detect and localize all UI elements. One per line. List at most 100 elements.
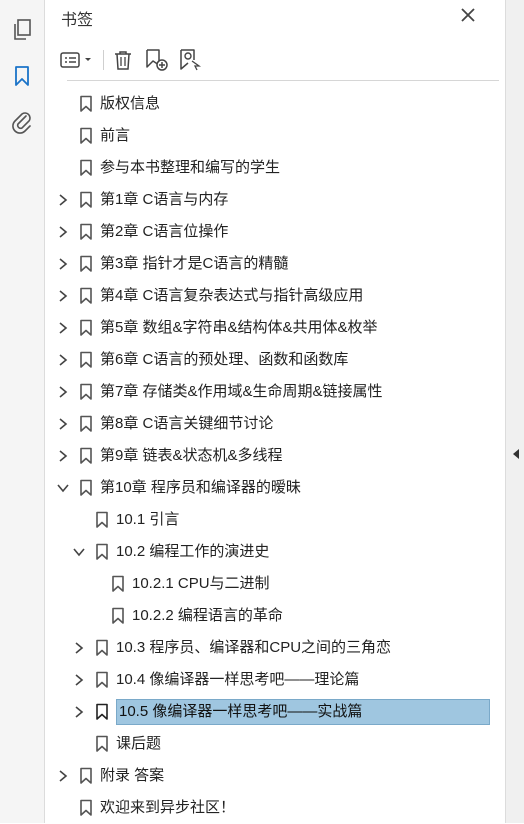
bookmark-row[interactable]: 10.2.2 编程语言的革命: [45, 600, 505, 632]
chevron-right-icon[interactable]: [56, 353, 70, 367]
bookmark-row[interactable]: 第4章 C语言复杂表达式与指针高级应用: [45, 280, 505, 312]
bookmark-label[interactable]: 版权信息: [100, 94, 160, 114]
bookmark-label[interactable]: 第10章 程序员和编译器的暧昧: [100, 478, 301, 498]
bookmark-row[interactable]: 10.1 引言: [45, 504, 505, 536]
bookmark-label[interactable]: 第7章 存储类&作用域&生命周期&链接属性: [100, 382, 383, 402]
bookmark-toolbar: [57, 44, 499, 81]
bookmark-label[interactable]: 欢迎来到异步社区！: [100, 798, 235, 818]
bookmark-label[interactable]: 10.2.2 编程语言的革命: [132, 606, 283, 626]
bookmark-item-icon: [79, 319, 93, 337]
bookmark-label[interactable]: 第8章 C语言关键细节讨论: [100, 414, 273, 434]
bookmark-item-icon: [95, 671, 109, 689]
bookmark-label[interactable]: 第1章 C语言与内存: [100, 190, 228, 210]
bookmark-label[interactable]: 第9章 链表&状态机&多线程: [100, 446, 283, 466]
bookmark-row[interactable]: 第5章 数组&字符串&结构体&共用体&枚举: [45, 312, 505, 344]
bookmark-item-icon: [95, 543, 109, 561]
new-bookmark-icon[interactable]: [143, 46, 169, 74]
bookmark-label[interactable]: 10.3 程序员、编译器和CPU之间的三角恋: [116, 638, 391, 658]
bookmark-row[interactable]: 第3章 指针才是C语言的精髓: [45, 248, 505, 280]
find-bookmark-icon[interactable]: [177, 46, 203, 74]
bookmark-row[interactable]: 第9章 链表&状态机&多线程: [45, 440, 505, 472]
collapse-arrow-icon[interactable]: [510, 446, 522, 462]
bookmark-item-icon: [79, 95, 93, 113]
bookmark-label[interactable]: 第5章 数组&字符串&结构体&共用体&枚举: [100, 318, 378, 338]
bookmark-row[interactable]: 附录 答案: [45, 760, 505, 792]
bookmark-label[interactable]: 第4章 C语言复杂表达式与指针高级应用: [100, 286, 363, 306]
bookmark-item-icon: [79, 351, 93, 369]
chevron-right-icon[interactable]: [56, 321, 70, 335]
bookmark-label[interactable]: 10.5 像编译器一样思考吧——实战篇: [116, 699, 490, 725]
close-icon[interactable]: [457, 4, 479, 26]
bookmark-label[interactable]: 课后题: [116, 734, 161, 754]
chevron-right-icon[interactable]: [56, 769, 70, 783]
bookmarks-panel: 书签 版权信息 前言 参与本书整理和编写的学生 第1章 C语言与内存 第2章 C…: [45, 0, 505, 823]
bookmark-row[interactable]: 第6章 C语言的预处理、函数和函数库: [45, 344, 505, 376]
bookmark-row[interactable]: 第8章 C语言关键细节讨论: [45, 408, 505, 440]
bookmark-icon[interactable]: [8, 62, 36, 90]
chevron-right-icon[interactable]: [72, 705, 86, 719]
bookmark-item-icon: [95, 735, 109, 753]
bookmark-item-icon: [95, 639, 109, 657]
bookmark-label[interactable]: 10.2.1 CPU与二进制: [132, 574, 270, 594]
chevron-right-icon[interactable]: [56, 385, 70, 399]
bookmark-item-icon: [79, 767, 93, 785]
bookmark-row[interactable]: 10.4 像编译器一样思考吧——理论篇: [45, 664, 505, 696]
chevron-right-icon[interactable]: [56, 257, 70, 271]
bookmark-item-icon: [79, 447, 93, 465]
chevron-right-icon[interactable]: [56, 193, 70, 207]
bookmark-row[interactable]: 第1章 C语言与内存: [45, 184, 505, 216]
chevron-right-icon[interactable]: [72, 641, 86, 655]
chevron-right-icon[interactable]: [56, 449, 70, 463]
bookmark-label[interactable]: 参与本书整理和编写的学生: [100, 158, 280, 178]
bookmark-label[interactable]: 10.1 引言: [116, 510, 179, 530]
bookmark-row[interactable]: 欢迎来到异步社区！: [45, 792, 505, 824]
bookmark-row[interactable]: 第7章 存储类&作用域&生命周期&链接属性: [45, 376, 505, 408]
bookmark-item-icon: [79, 127, 93, 145]
chevron-right-icon[interactable]: [56, 289, 70, 303]
chevron-right-icon[interactable]: [72, 673, 86, 687]
bookmark-label[interactable]: 第3章 指针才是C语言的精髓: [100, 254, 288, 274]
bookmark-label[interactable]: 前言: [100, 126, 130, 146]
bookmark-row[interactable]: 课后题: [45, 728, 505, 760]
bookmark-row[interactable]: 版权信息: [45, 88, 505, 120]
bookmark-item-icon: [79, 191, 93, 209]
bookmark-item-icon: [79, 287, 93, 305]
toolbar-divider: [103, 50, 104, 70]
bookmark-row[interactable]: 10.3 程序员、编译器和CPU之间的三角恋: [45, 632, 505, 664]
chevron-right-icon[interactable]: [56, 225, 70, 239]
bookmark-item-icon: [79, 479, 93, 497]
bookmark-row[interactable]: 10.2.1 CPU与二进制: [45, 568, 505, 600]
bookmark-tree: 版权信息前言参与本书整理和编写的学生 第1章 C语言与内存 第2章 C语言位操作第3…: [45, 88, 505, 824]
chevron-right-icon[interactable]: [56, 417, 70, 431]
bookmark-row[interactable]: 参与本书整理和编写的学生: [45, 152, 505, 184]
options-menu-icon[interactable]: [59, 46, 95, 74]
bookmark-item-icon: [111, 607, 125, 625]
bookmark-item-icon: [79, 159, 93, 177]
attachment-icon[interactable]: [8, 108, 36, 136]
panel-title: 书签: [61, 12, 94, 29]
bookmark-item-icon: [79, 255, 93, 273]
bookmark-label[interactable]: 第6章 C语言的预处理、函数和函数库: [100, 350, 348, 370]
bookmark-item-icon: [79, 223, 93, 241]
bookmark-label[interactable]: 10.2 编程工作的演进史: [116, 542, 269, 562]
bookmark-item-icon: [79, 383, 93, 401]
bookmark-label[interactable]: 附录 答案: [100, 766, 164, 786]
bookmark-item-icon: [79, 415, 93, 433]
delete-icon[interactable]: [111, 46, 135, 74]
bookmark-item-icon: [79, 799, 93, 817]
bookmark-item-icon: [95, 703, 109, 721]
navigation-rail: [0, 0, 45, 823]
bookmark-row[interactable]: 10.2 编程工作的演进史: [45, 536, 505, 568]
bookmark-row[interactable]: 10.5 像编译器一样思考吧——实战篇: [45, 696, 505, 728]
bookmark-label[interactable]: 10.4 像编译器一样思考吧——理论篇: [116, 670, 359, 690]
panel-splitter[interactable]: [505, 0, 524, 823]
bookmark-row[interactable]: 前言: [45, 120, 505, 152]
chevron-down-icon[interactable]: [56, 481, 70, 495]
bookmark-row[interactable]: 第10章 程序员和编译器的暧昧: [45, 472, 505, 504]
pages-icon[interactable]: [8, 16, 36, 44]
bookmark-label[interactable]: 第2章 C语言位操作: [100, 222, 228, 242]
chevron-down-icon[interactable]: [72, 545, 86, 559]
bookmark-item-icon: [111, 575, 125, 593]
bookmark-row[interactable]: 第2章 C语言位操作: [45, 216, 505, 248]
bookmark-item-icon: [95, 511, 109, 529]
